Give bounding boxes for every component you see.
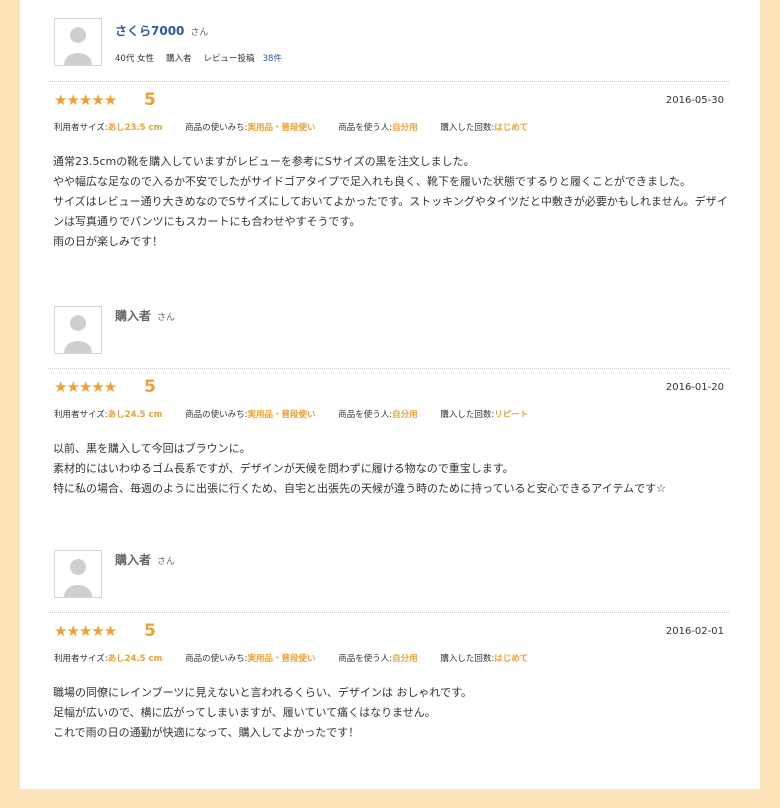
attr-value: 実用品・普段使い (247, 123, 316, 133)
reviewer-meta: 40代 女性 購入者 レビュー投稿 38件 (115, 52, 282, 64)
divider (48, 612, 729, 613)
posts-label: レビュー投稿 (203, 54, 255, 64)
attr-value: あし24.5 cm (107, 410, 163, 420)
reviewer-name: 購入者 (115, 553, 152, 567)
rating-score: 5 (144, 377, 156, 397)
review-attributes: 利用者サイズ:あし23.5 cm 商品の使いみち:実用品・普段使い 商品を使う人… (54, 121, 528, 133)
review-paragraph: これで雨の日の通勤が快適になって、購入してよかったです！ (53, 726, 360, 739)
attr-value: はじめて (494, 654, 529, 664)
review-paragraph: 職場の同僚にレインブーツに見えないと言われるくらい、デザインは おしゃれです。 (53, 686, 472, 699)
reviews-panel: さくら7000 さん 40代 女性 購入者 レビュー投稿 38件 ★★★★★ 5 201… (20, 0, 760, 789)
review-paragraph: 特に私の場合、毎週のように出張に行くため、自宅と出張先の天候が違う時のために持っ… (53, 482, 666, 495)
posts-count-link[interactable]: 38件 (263, 54, 282, 64)
reviewer-name: 購入者 (115, 309, 152, 323)
attr-label: 購入した回数: (440, 410, 495, 420)
star-rating: ★★★★★ (54, 91, 117, 109)
review-paragraph: やや幅広な足なので入るか不安でしたがサイドゴアタイプで足入れも良く、靴下を履いた… (53, 175, 691, 188)
divider (48, 81, 729, 82)
star-rating: ★★★★★ (54, 622, 117, 640)
attr-value: リピート (494, 410, 529, 420)
rating-score: 5 (144, 90, 156, 110)
review-paragraph: 以前、黒を購入して今回はブラウンに。 (53, 442, 251, 455)
reviewer-row: さくら7000 さん (115, 20, 208, 39)
review-paragraph: 素材的にはいわゆるゴム長系ですが、デザインが天候を問わずに履ける物なので重宝しま… (53, 462, 514, 475)
review-date: 2016-02-01 (665, 626, 724, 637)
attr-label: 商品を使う人: (338, 410, 393, 420)
attr-label: 利用者サイズ: (54, 654, 108, 664)
rating-score: 5 (144, 621, 156, 641)
attr-label: 購入した回数: (440, 123, 495, 133)
review-body: 職場の同僚にレインブーツに見えないと言われるくらい、デザインは おしゃれです。 … (53, 683, 733, 743)
review-paragraph: 通常23.5cmの靴を購入していますがレビューを参考にSサイズの黒を注文しました… (53, 155, 475, 168)
attr-label: 購入した回数: (440, 654, 495, 664)
review-body: 以前、黒を購入して今回はブラウンに。 素材的にはいわゆるゴム長系ですが、デザイン… (53, 439, 733, 499)
review-paragraph: サイズはレビュー通り大きめなのでSサイズにしておいてよかったです。ストッキングや… (53, 195, 728, 228)
buyer-label: 購入者 (166, 54, 192, 64)
honorific: さん (190, 28, 209, 38)
attr-value: 自分用 (392, 410, 418, 420)
avatar (54, 306, 102, 354)
attr-value: あし23.5 cm (107, 123, 163, 133)
attr-label: 利用者サイズ: (54, 410, 108, 420)
reviewer-row: 購入者 さん (115, 549, 175, 568)
attr-value: あし24.5 cm (107, 654, 163, 664)
review-body: 通常23.5cmの靴を購入していますがレビューを参考にSサイズの黒を注文しました… (53, 152, 733, 252)
attr-value: 実用品・普段使い (247, 410, 316, 420)
star-rating: ★★★★★ (54, 378, 117, 396)
review-paragraph: 雨の日が楽しみです！ (53, 235, 163, 248)
user-silhouette-icon (64, 315, 92, 353)
review-paragraph: 足幅が広いので、横に広がってしまいますが、履いていて痛くはなりません。 (53, 706, 436, 719)
attr-label: 利用者サイズ: (54, 123, 108, 133)
divider (48, 368, 729, 369)
review-attributes: 利用者サイズ:あし24.5 cm 商品の使いみち:実用品・普段使い 商品を使う人… (54, 652, 528, 664)
reviewer-row: 購入者 さん (115, 305, 175, 324)
user-silhouette-icon (64, 27, 92, 65)
attr-label: 商品を使う人: (338, 123, 393, 133)
age-gender: 40代 女性 (115, 54, 155, 64)
attr-label: 商品の使いみち: (185, 654, 248, 664)
review-attributes: 利用者サイズ:あし24.5 cm 商品の使いみち:実用品・普段使い 商品を使う人… (54, 408, 528, 420)
reviewer-name-link[interactable]: さくら7000 (115, 24, 184, 38)
attr-value: 自分用 (392, 123, 418, 133)
attr-value: はじめて (494, 123, 529, 133)
attr-value: 実用品・普段使い (247, 654, 316, 664)
user-silhouette-icon (64, 559, 92, 597)
honorific: さん (157, 557, 176, 567)
review-date: 2016-05-30 (665, 95, 724, 106)
attr-label: 商品の使いみち: (185, 410, 248, 420)
attr-label: 商品の使いみち: (185, 123, 248, 133)
review-date: 2016-01-20 (665, 382, 724, 393)
avatar (54, 18, 102, 66)
avatar (54, 550, 102, 598)
attr-label: 商品を使う人: (338, 654, 393, 664)
honorific: さん (157, 313, 176, 323)
attr-value: 自分用 (392, 654, 418, 664)
